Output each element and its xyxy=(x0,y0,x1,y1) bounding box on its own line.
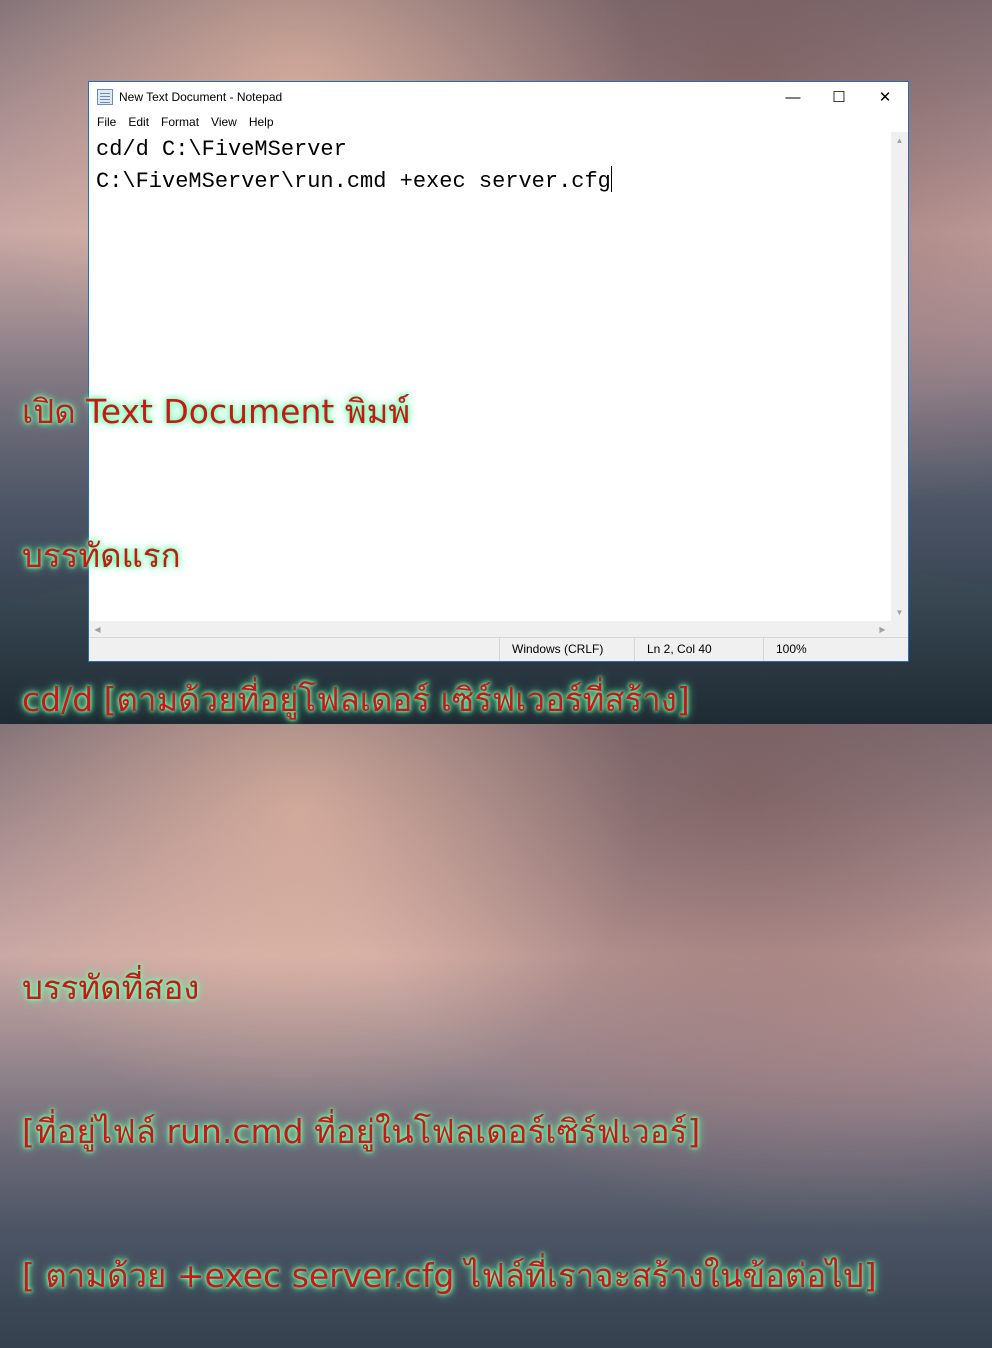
scroll-up-arrow-icon[interactable]: ▲ xyxy=(891,132,908,149)
menu-edit[interactable]: Edit xyxy=(122,115,155,129)
editor-line-2: C:\FiveMServer\run.cmd +exec server.cfg xyxy=(96,166,891,198)
maximize-button[interactable]: ☐ xyxy=(816,82,862,112)
title-bar[interactable]: New Text Document - Notepad — ☐ ✕ xyxy=(89,82,908,112)
overlay-line-7: [ ตามด้วย +exec server.cfg ไฟล์ที่เราจะส… xyxy=(22,1256,877,1295)
notepad-icon xyxy=(97,89,113,105)
menu-format[interactable]: Format xyxy=(155,115,205,129)
window-title: New Text Document - Notepad xyxy=(119,90,283,104)
editor-line-1: cd/d C:\FiveMServer xyxy=(96,137,347,162)
menu-bar: File Edit Format View Help xyxy=(89,112,908,132)
overlay-line-5: บรรทัดที่สอง xyxy=(22,968,200,1007)
text-caret xyxy=(610,166,612,192)
menu-view[interactable]: View xyxy=(205,115,243,129)
minimize-button[interactable]: — xyxy=(770,82,816,112)
instruction-overlay: เปิด Text Document พิมพ์ บรรทัดแรก cd/d … xyxy=(22,292,982,1348)
editor-line-2-text: C:\FiveMServer\run.cmd +exec server.cfg xyxy=(96,169,611,194)
overlay-line-4 xyxy=(22,820,982,868)
overlay-line-6: [ที่อยู่ไฟล์ run.cmd ที่อยู่ในโฟลเดอร์เซ… xyxy=(22,1112,701,1151)
overlay-line-2: บรรทัดแรก xyxy=(22,536,181,575)
overlay-line-3: cd/d [ตามด้วยที่อยู่โฟลเดอร์ เซิร์ฟเวอร์… xyxy=(22,680,690,719)
close-button[interactable]: ✕ xyxy=(862,82,908,112)
menu-help[interactable]: Help xyxy=(243,115,280,129)
menu-file[interactable]: File xyxy=(91,115,122,129)
overlay-line-1: เปิด Text Document พิมพ์ xyxy=(22,392,411,431)
